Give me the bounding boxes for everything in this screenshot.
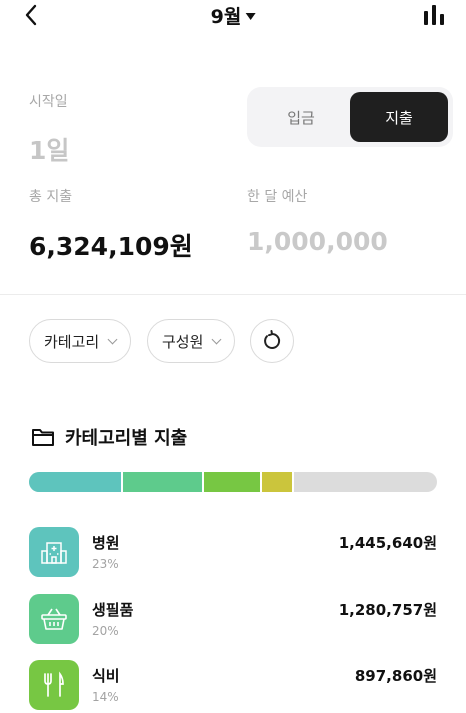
month-label: 9월 [210, 6, 242, 28]
type-toggle: 입금 지출 [247, 87, 453, 147]
breakdown-segment-1 [122, 472, 205, 492]
category-filter[interactable]: 카테고리 [29, 319, 132, 363]
monthly-budget-label: 한 달 예산 [247, 189, 308, 205]
divider [0, 294, 466, 295]
category-row-hospital[interactable]: 병원 23% 1,445,640원 [29, 527, 437, 579]
section-title: 카테고리별 지출 [65, 428, 188, 449]
back-chevron-icon[interactable] [20, 2, 46, 28]
chevron-down-icon [107, 334, 118, 344]
start-day-label: 시작일 [29, 94, 68, 110]
deposit-tab[interactable]: 입금 [252, 92, 350, 142]
category-amount: 1,445,640원 [338, 534, 437, 552]
reset-filter-button[interactable] [250, 319, 294, 363]
category-percent: 14% [92, 690, 119, 704]
category-name: 식비 [92, 667, 120, 685]
chevron-down-icon [211, 334, 222, 344]
category-row-essentials[interactable]: 생필품 20% 1,280,757원 [29, 594, 437, 646]
category-percent: 23% [92, 557, 119, 571]
category-row-food[interactable]: 식비 14% 897,860원 [29, 660, 437, 712]
category-filter-label: 카테고리 [44, 332, 100, 351]
breakdown-segment-0 [29, 472, 123, 492]
section-header: 카테고리별 지출 [31, 424, 187, 450]
utensils-icon [29, 660, 79, 710]
top-bar: 9월 [0, 0, 466, 30]
category-name: 병원 [92, 534, 120, 552]
refresh-icon [264, 330, 281, 349]
basket-icon [29, 594, 79, 644]
folder-icon [32, 429, 54, 446]
category-amount: 1,280,757원 [338, 601, 437, 619]
expense-tab[interactable]: 지출 [350, 92, 448, 142]
total-expense-value: 6,324,109원 [29, 232, 193, 261]
breakdown-segment-3 [261, 472, 295, 492]
category-amount: 897,860원 [354, 667, 437, 685]
total-expense-label: 총 지출 [29, 189, 73, 205]
start-day-value[interactable]: 1일 [29, 131, 69, 167]
caret-down-icon [245, 13, 256, 20]
category-name: 생필품 [92, 601, 134, 619]
category-percent: 20% [92, 624, 119, 638]
breakdown-segment-2 [204, 472, 262, 492]
category-breakdown-bar [29, 472, 437, 492]
member-filter[interactable]: 구성원 [147, 319, 236, 363]
member-filter-label: 구성원 [162, 332, 204, 351]
bar-chart-icon[interactable] [422, 3, 446, 25]
month-selector[interactable]: 9월 [211, 2, 256, 29]
monthly-budget-value[interactable]: 1,000,000 [247, 227, 388, 256]
hospital-icon [29, 527, 79, 577]
